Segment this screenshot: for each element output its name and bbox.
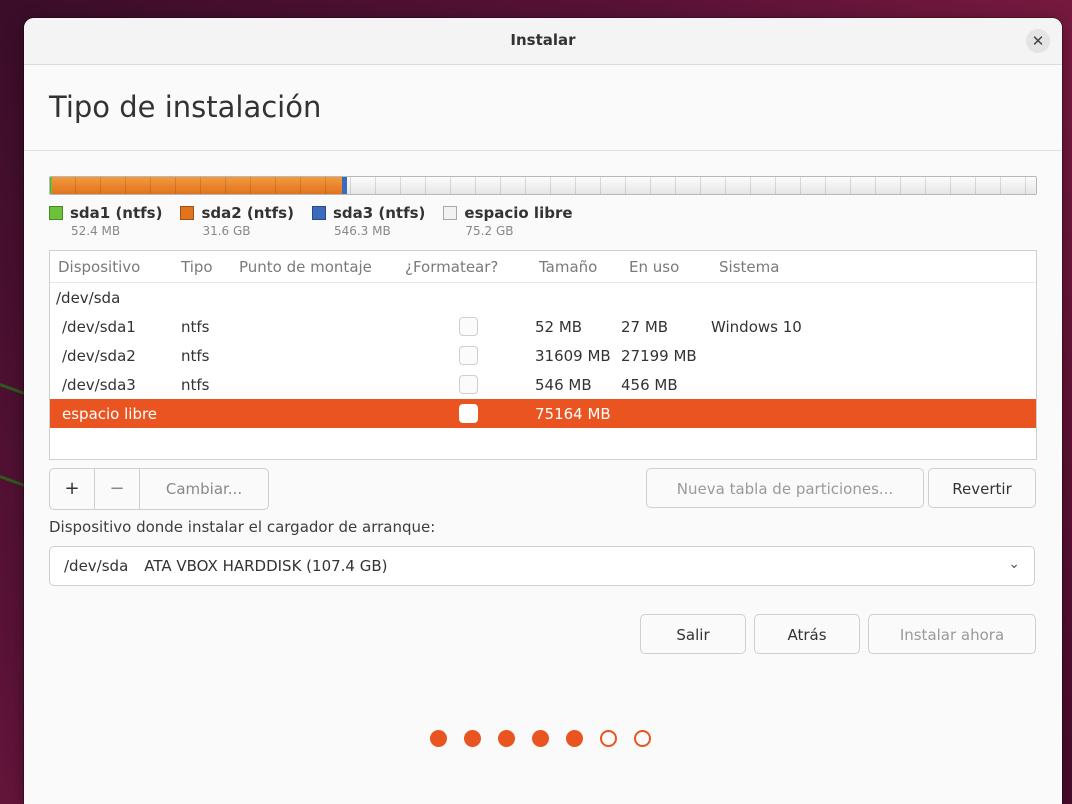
table-row[interactable]: /dev/sda1 ntfs 52 MB 27 MB Windows 10: [50, 312, 1036, 341]
install-now-button[interactable]: Instalar ahora: [868, 614, 1036, 654]
legend-size: 75.2 GB: [465, 224, 514, 238]
progress-dot: [532, 730, 549, 747]
add-partition-button[interactable]: +: [50, 469, 95, 509]
legend-size: 546.3 MB: [333, 224, 391, 238]
cell-used: 27199 MB: [621, 346, 697, 365]
cell-format: [405, 346, 531, 365]
legend-swatch: [311, 206, 326, 220]
format-checkbox[interactable]: [458, 404, 478, 423]
column-header-system[interactable]: Sistema: [711, 258, 1036, 276]
chevron-down-icon: ⌄: [1008, 556, 1020, 572]
cell-format: [405, 375, 531, 394]
table-row[interactable]: /dev/sda3 ntfs 546 MB 456 MB: [50, 370, 1036, 399]
legend-swatch: [180, 206, 195, 220]
cell-format: [405, 317, 531, 336]
legend-item-sda1: sda1 (ntfs) 52.4 MB: [49, 204, 162, 238]
table-row[interactable]: /dev/sda2 ntfs 31609 MB 27199 MB: [50, 341, 1036, 370]
partition-legend: sda1 (ntfs) 52.4 MB sda2 (ntfs) 31.6 GB …: [49, 204, 591, 238]
legend-label: sda2 (ntfs): [201, 204, 294, 222]
progress-dot: [566, 730, 583, 747]
table-header: Dispositivo Tipo Punto de montaje ¿Forma…: [50, 251, 1036, 283]
column-header-device[interactable]: Dispositivo: [50, 258, 173, 276]
progress-dot: [498, 730, 515, 747]
page-title: Tipo de instalación: [49, 90, 322, 124]
remove-partition-button[interactable]: −: [95, 469, 140, 509]
close-icon[interactable]: ✕: [1026, 29, 1050, 53]
column-header-mount[interactable]: Punto de montaje: [231, 258, 405, 276]
format-checkbox[interactable]: [458, 375, 478, 394]
legend-item-sda2: sda2 (ntfs) 31.6 GB: [180, 204, 294, 238]
bootloader-device-description: ATA VBOX HARDDISK (107.4 GB): [144, 557, 388, 575]
legend-label: espacio libre: [464, 204, 573, 222]
column-header-used[interactable]: En uso: [621, 258, 711, 276]
bootloader-device-select[interactable]: /dev/sda ATA VBOX HARDDISK (107.4 GB) ⌄: [49, 546, 1035, 586]
cell-device: /dev/sda1: [62, 317, 136, 336]
legend-size: 31.6 GB: [202, 224, 251, 238]
column-header-type[interactable]: Tipo: [173, 258, 231, 276]
partition-bar-free: [347, 177, 1036, 194]
legend-label: sda3 (ntfs): [332, 204, 426, 222]
installer-window: Instalar ✕ Tipo de instalación sda1 (ntf…: [24, 18, 1062, 804]
titlebar: Instalar ✕: [24, 18, 1062, 65]
cell-size: 31609 MB: [535, 346, 611, 365]
legend-swatch: [443, 206, 458, 220]
progress-dot: [600, 730, 617, 747]
cell-device: /dev/sda3: [62, 375, 136, 394]
divider: [24, 150, 1062, 151]
change-partition-button[interactable]: Cambiar...: [140, 469, 268, 509]
table-row-selected[interactable]: espacio libre 75164 MB: [50, 399, 1036, 428]
progress-dot: [634, 730, 651, 747]
quit-button[interactable]: Salir: [640, 614, 746, 654]
cell-device: espacio libre: [62, 404, 158, 423]
cell-size: 75164 MB: [535, 404, 611, 423]
cell-type: ntfs: [181, 346, 210, 365]
revert-button[interactable]: Revertir: [928, 468, 1036, 508]
legend-size: 52.4 MB: [71, 224, 121, 238]
cell-type: ntfs: [181, 317, 210, 336]
column-header-size[interactable]: Tamaño: [531, 258, 621, 276]
cell-format: [405, 404, 531, 423]
bootloader-device: /dev/sda: [64, 557, 129, 575]
legend-swatch: [49, 206, 63, 220]
cell-device: /dev/sda2: [62, 346, 136, 365]
cell-used: 27 MB: [621, 317, 669, 336]
back-button[interactable]: Atrás: [754, 614, 860, 654]
progress-dot: [430, 730, 447, 747]
legend-item-sda3: sda3 (ntfs) 546.3 MB: [311, 204, 426, 238]
format-checkbox[interactable]: [458, 317, 478, 336]
partition-bar-sda2: [52, 177, 342, 194]
bootloader-label: Dispositivo donde instalar el cargador d…: [49, 518, 436, 536]
new-partition-table-button[interactable]: Nueva tabla de particiones...: [646, 468, 924, 508]
cell-device: /dev/sda: [56, 288, 121, 307]
cell-type: ntfs: [181, 375, 210, 394]
partition-actions: + − Cambiar...: [49, 468, 269, 510]
legend-item-free: espacio libre 75.2 GB: [443, 204, 573, 238]
cell-used: 456 MB: [621, 375, 678, 394]
legend-label: sda1 (ntfs): [70, 204, 163, 222]
partition-bar: [49, 176, 1037, 195]
progress-dots: [430, 730, 668, 747]
cell-system: Windows 10: [711, 317, 802, 336]
progress-dot: [464, 730, 481, 747]
format-checkbox[interactable]: [458, 346, 478, 365]
cell-size: 52 MB: [535, 317, 583, 336]
cell-size: 546 MB: [535, 375, 592, 394]
table-row[interactable]: /dev/sda: [50, 283, 1036, 312]
partition-table: Dispositivo Tipo Punto de montaje ¿Forma…: [49, 250, 1037, 460]
window-title: Instalar: [510, 31, 576, 49]
column-header-format[interactable]: ¿Formatear?: [405, 258, 531, 276]
